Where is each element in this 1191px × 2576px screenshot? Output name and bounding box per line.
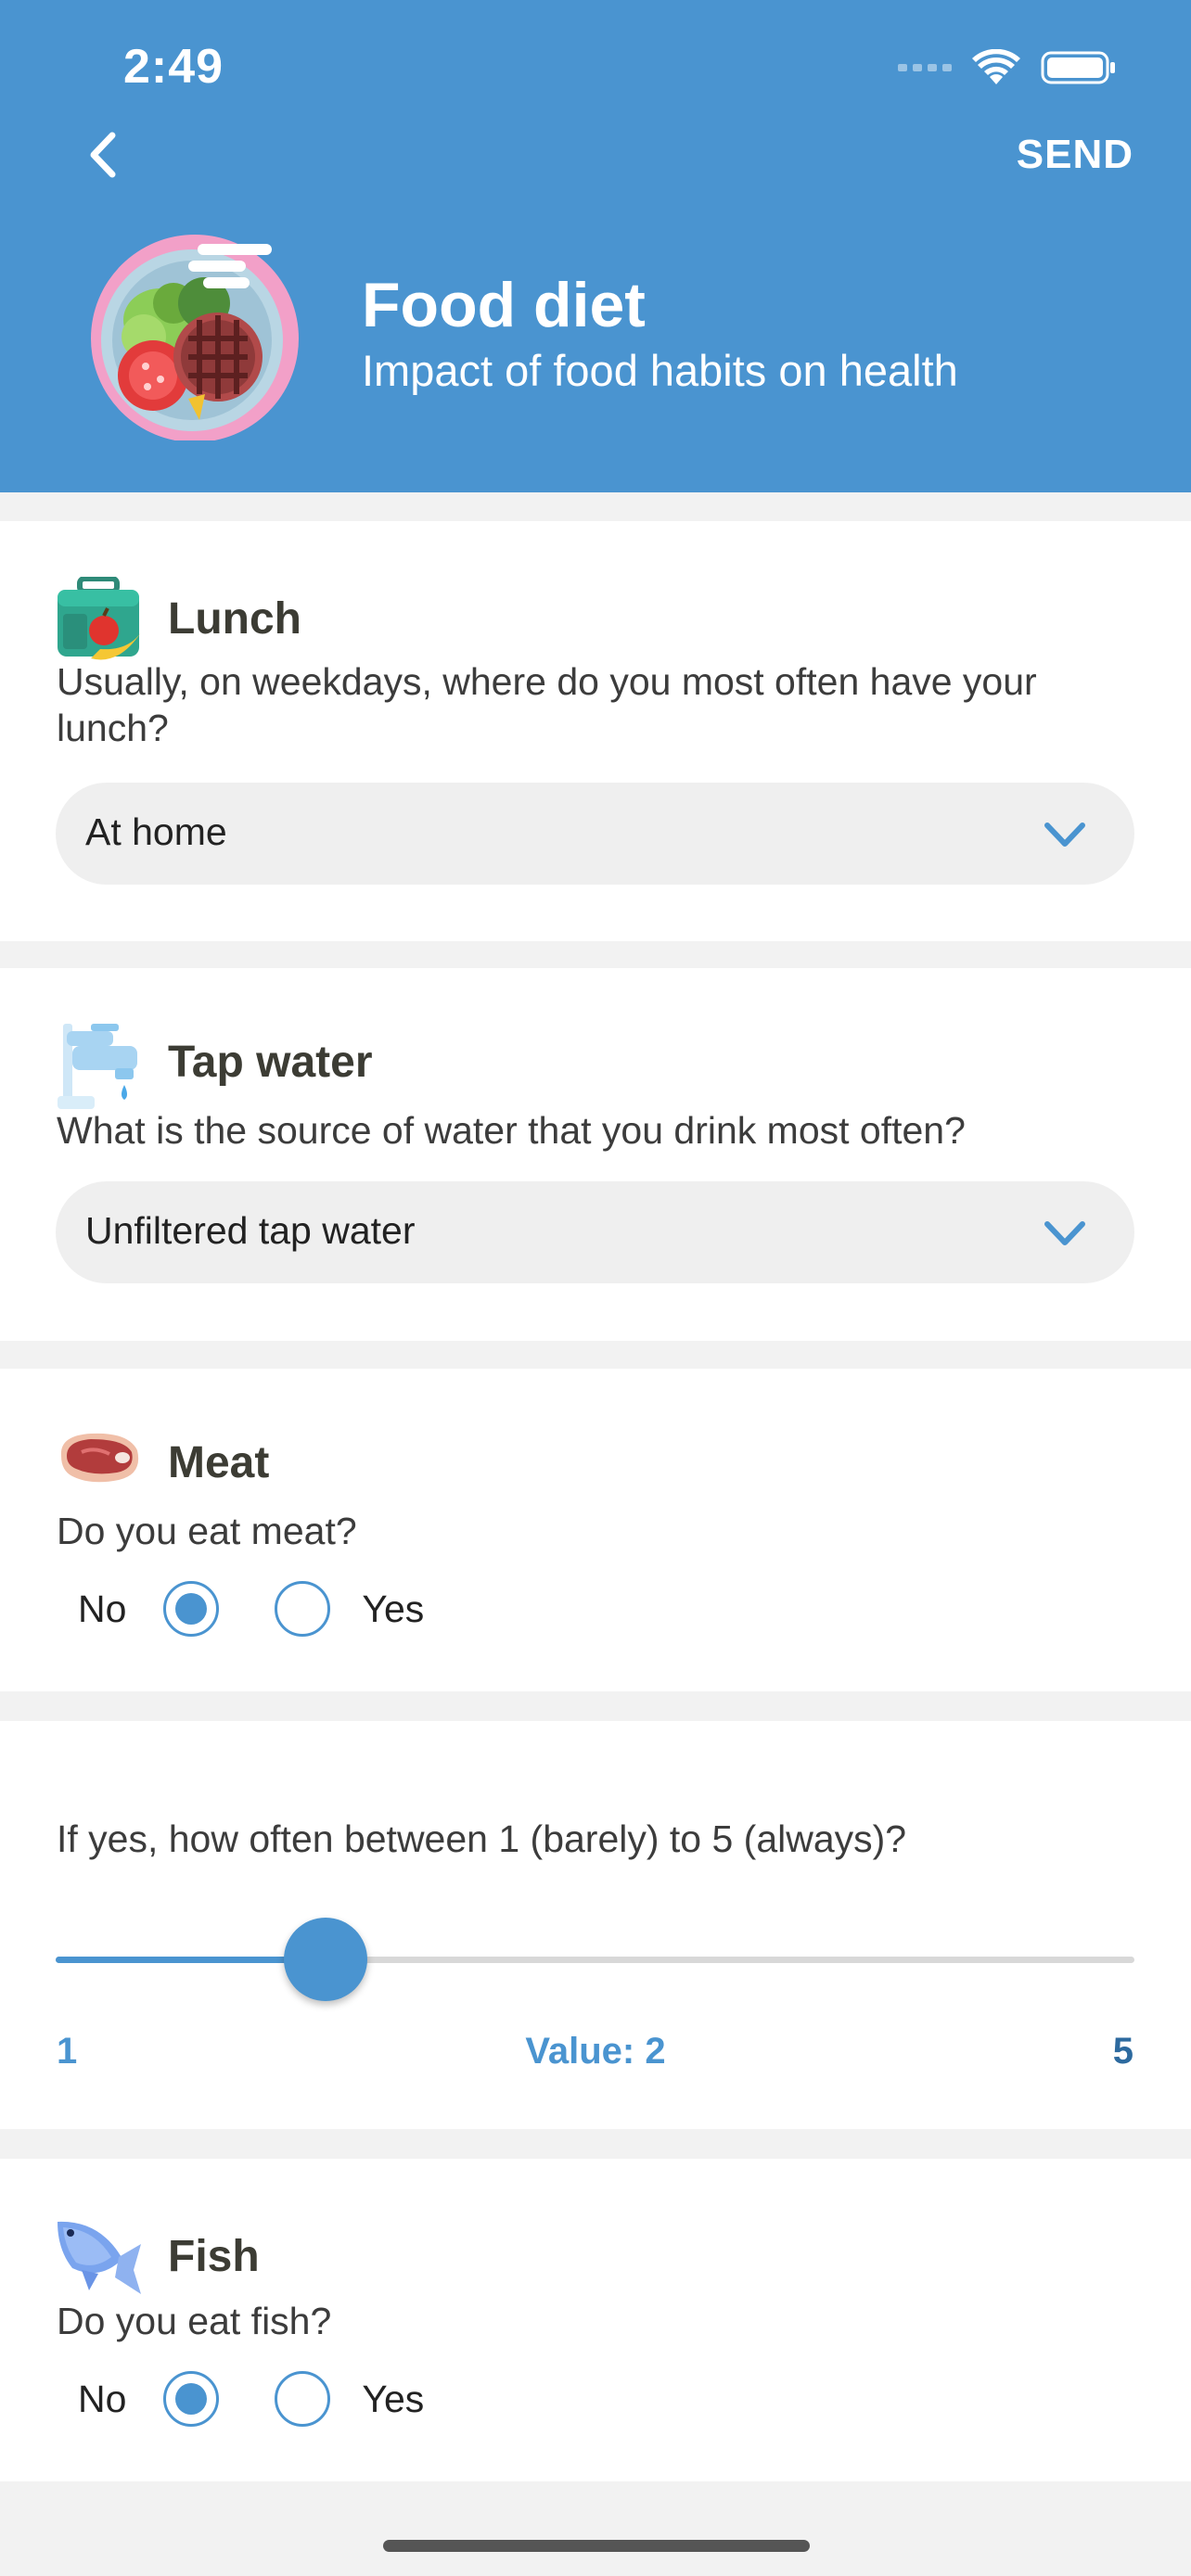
meat-frequency-question: If yes, how often between 1 (barely) to … [57, 1817, 907, 1860]
status-icons [898, 45, 1117, 91]
meat-title: Meat [168, 1438, 270, 1487]
status-time: 2:49 [123, 40, 224, 94]
header: 2:49 SEND Food diet Impact of food habit… [0, 0, 1191, 492]
chevron-down-icon [1044, 823, 1085, 847]
tap-water-title: Tap water [168, 1038, 373, 1087]
fish-radio-group: No Yes [78, 2366, 424, 2431]
lunch-select[interactable]: At home [56, 783, 1134, 885]
meat-radio-group: No Yes [78, 1576, 424, 1641]
meat-question: Do you eat meat? [57, 1510, 357, 1552]
send-button[interactable]: SEND [1017, 132, 1133, 178]
tap-water-select[interactable]: Unfiltered tap water [56, 1181, 1134, 1283]
fish-yes-radio[interactable] [275, 2371, 331, 2427]
page-subtitle: Impact of food habits on health [362, 346, 958, 395]
meat-no-label: No [78, 1587, 127, 1630]
frequency-slider[interactable] [56, 1918, 1134, 2001]
slider-max-label: 5 [1112, 2031, 1133, 2072]
lunch-question: Usually, on weekdays, where do you most … [57, 660, 1037, 749]
home-indicator [383, 2540, 810, 2552]
fish-card: Fish Do you eat fish? No Yes [0, 2159, 1191, 2481]
meat-no-radio[interactable] [163, 1581, 220, 1637]
meat-frequency-card: If yes, how often between 1 (barely) to … [0, 1721, 1191, 2129]
fish-no-radio[interactable] [163, 2371, 220, 2427]
wifi-icon [972, 49, 1020, 86]
fish-no-label: No [78, 2377, 127, 2420]
lunchbox-icon [54, 576, 143, 666]
meat-card: Meat Do you eat meat? No Yes [0, 1369, 1191, 1691]
back-button[interactable] [74, 122, 130, 187]
slider-value-label: Value: 2 [525, 2031, 666, 2072]
battery-icon [1041, 49, 1117, 86]
meat-yes-radio[interactable] [275, 1581, 331, 1637]
lunch-title: Lunch [168, 594, 301, 644]
chevron-down-icon [1044, 1221, 1085, 1245]
fish-title: Fish [168, 2232, 260, 2281]
tap-water-select-value: Unfiltered tap water [85, 1209, 416, 1252]
lunch-select-value: At home [85, 810, 227, 853]
lunch-card: Lunch Usually, on weekdays, where do you… [0, 521, 1191, 941]
chevron-left-icon [90, 132, 116, 178]
page-title: Food diet [362, 270, 646, 340]
tap-water-card: Tap water What is the source of water th… [0, 968, 1191, 1341]
fish-yes-label: Yes [362, 2377, 425, 2420]
steak-icon [54, 1419, 143, 1508]
faucet-icon [54, 1022, 143, 1111]
tap-water-question: What is the source of water that you dri… [57, 1109, 966, 1152]
signal-icon [898, 64, 952, 71]
fish-question: Do you eat fish? [57, 2300, 332, 2342]
meat-yes-label: Yes [362, 1587, 425, 1630]
slider-thumb[interactable] [283, 1918, 367, 2001]
fish-icon [54, 2213, 143, 2302]
food-plate-icon [88, 227, 301, 442]
